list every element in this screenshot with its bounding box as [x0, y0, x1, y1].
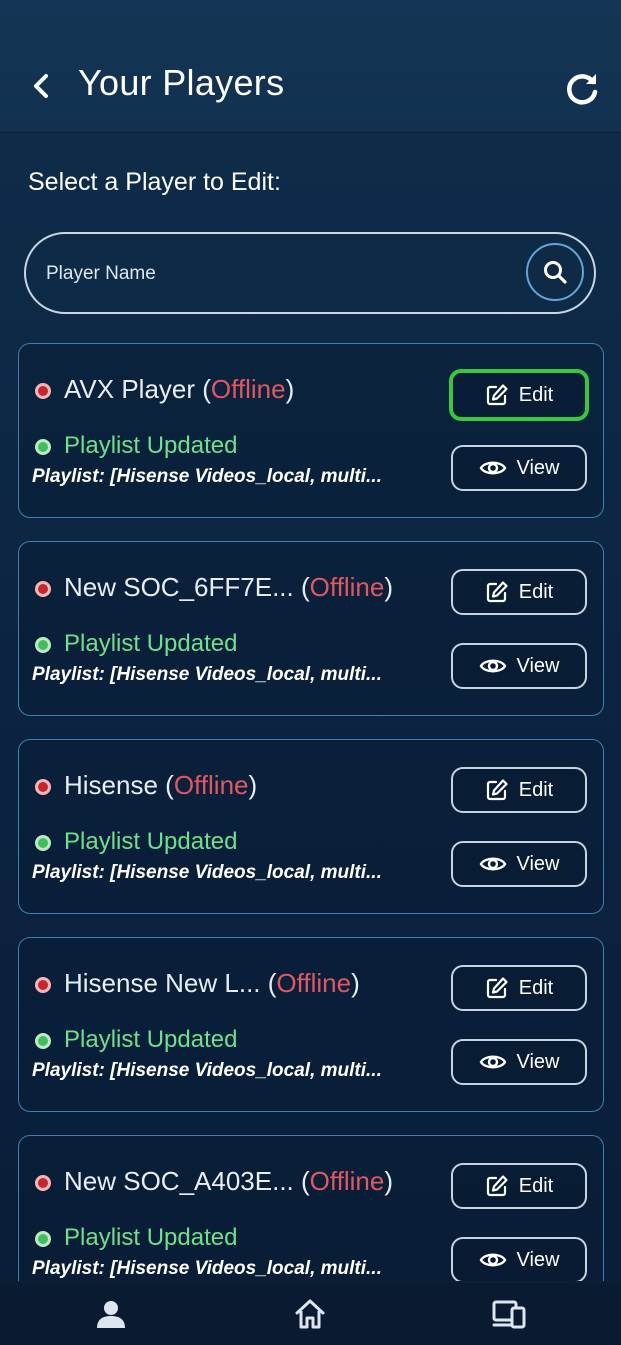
playlist-text: Playlist: [Hisense Videos_local, multi..…: [32, 862, 382, 883]
player-name: New SOC_6FF7E...: [64, 572, 294, 602]
playlist-status: Playlist Updated: [64, 630, 238, 657]
page-title: Your Players: [78, 62, 285, 103]
offline-indicator: [35, 383, 51, 399]
offline-indicator: [35, 1175, 51, 1191]
user-icon[interactable]: [94, 1297, 128, 1331]
edit-button-label: Edit: [518, 383, 554, 406]
player-name-search-input[interactable]: [44, 252, 518, 296]
refresh-icon[interactable]: [563, 70, 601, 108]
view-button[interactable]: View: [451, 445, 587, 491]
bottom-navigation: [0, 1283, 621, 1345]
player-name: Hisense New L...: [64, 968, 261, 998]
updated-indicator: [35, 637, 51, 653]
updated-indicator: [35, 835, 51, 851]
edit-button-label: Edit: [518, 778, 554, 801]
offline-indicator: [35, 581, 51, 597]
view-button[interactable]: View: [451, 1039, 587, 1085]
eye-icon: [479, 1253, 506, 1267]
eye-icon: [479, 461, 506, 475]
view-button-label: View: [516, 1050, 560, 1073]
playlist-status: Playlist Updated: [64, 828, 238, 855]
edit-button[interactable]: Edit: [449, 369, 589, 421]
playlist-text: Playlist: [Hisense Videos_local, multi..…: [32, 1060, 382, 1081]
player-card: New SOC_6FF7E... (Offline) Playlist Upda…: [18, 541, 604, 716]
offline-indicator: [35, 977, 51, 993]
edit-button-label: Edit: [518, 580, 554, 603]
home-icon[interactable]: [293, 1297, 327, 1331]
view-button[interactable]: View: [451, 643, 587, 689]
edit-button[interactable]: Edit: [451, 767, 587, 813]
search-bar: [24, 232, 596, 314]
player-card: AVX Player (Offline) Playlist Updated Pl…: [18, 343, 604, 518]
app-header: Your Players: [0, 0, 621, 133]
view-button-label: View: [516, 1248, 560, 1271]
view-button[interactable]: View: [451, 841, 587, 887]
player-name: Hisense: [64, 770, 158, 800]
edit-button[interactable]: Edit: [451, 965, 587, 1011]
player-list[interactable]: AVX Player (Offline) Playlist Updated Pl…: [18, 343, 604, 1281]
offline-indicator: [35, 779, 51, 795]
playlist-text: Playlist: [Hisense Videos_local, multi..…: [32, 664, 382, 685]
player-card: New SOC_A403E... (Offline) Playlist Upda…: [18, 1135, 604, 1281]
playlist-text: Playlist: [Hisense Videos_local, multi..…: [32, 466, 382, 487]
devices-icon[interactable]: [492, 1297, 526, 1331]
playlist-text: Playlist: [Hisense Videos_local, multi..…: [32, 1258, 382, 1279]
eye-icon: [479, 1055, 506, 1069]
player-card: Hisense (Offline) Playlist Updated Playl…: [18, 739, 604, 914]
edit-icon: [486, 581, 508, 603]
edit-icon: [486, 779, 508, 801]
search-button[interactable]: [526, 243, 584, 301]
playlist-status: Playlist Updated: [64, 1224, 238, 1251]
player-status: Offline: [309, 572, 385, 602]
eye-icon: [479, 659, 506, 673]
edit-button[interactable]: Edit: [451, 1163, 587, 1209]
edit-button-label: Edit: [518, 1174, 554, 1197]
view-button[interactable]: View: [451, 1237, 587, 1281]
eye-icon: [479, 857, 506, 871]
player-status: Offline: [276, 968, 352, 998]
player-status: Offline: [173, 770, 249, 800]
edit-icon: [486, 384, 508, 406]
player-name: AVX Player: [64, 374, 196, 404]
edit-button-label: Edit: [518, 976, 554, 999]
edit-icon: [486, 977, 508, 999]
updated-indicator: [35, 1033, 51, 1049]
player-status: Offline: [210, 374, 286, 404]
player-status: Offline: [309, 1166, 385, 1196]
player-card: Hisense New L... (Offline) Playlist Upda…: [18, 937, 604, 1112]
chevron-left-icon[interactable]: [28, 70, 56, 102]
edit-icon: [486, 1175, 508, 1197]
search-icon: [544, 261, 567, 284]
player-name: New SOC_A403E...: [64, 1166, 294, 1196]
playlist-status: Playlist Updated: [64, 432, 238, 459]
updated-indicator: [35, 439, 51, 455]
view-button-label: View: [516, 654, 560, 677]
playlist-status: Playlist Updated: [64, 1026, 238, 1053]
view-button-label: View: [516, 852, 560, 875]
view-button-label: View: [516, 456, 560, 479]
select-player-label: Select a Player to Edit:: [28, 168, 281, 196]
edit-button[interactable]: Edit: [451, 569, 587, 615]
updated-indicator: [35, 1231, 51, 1247]
